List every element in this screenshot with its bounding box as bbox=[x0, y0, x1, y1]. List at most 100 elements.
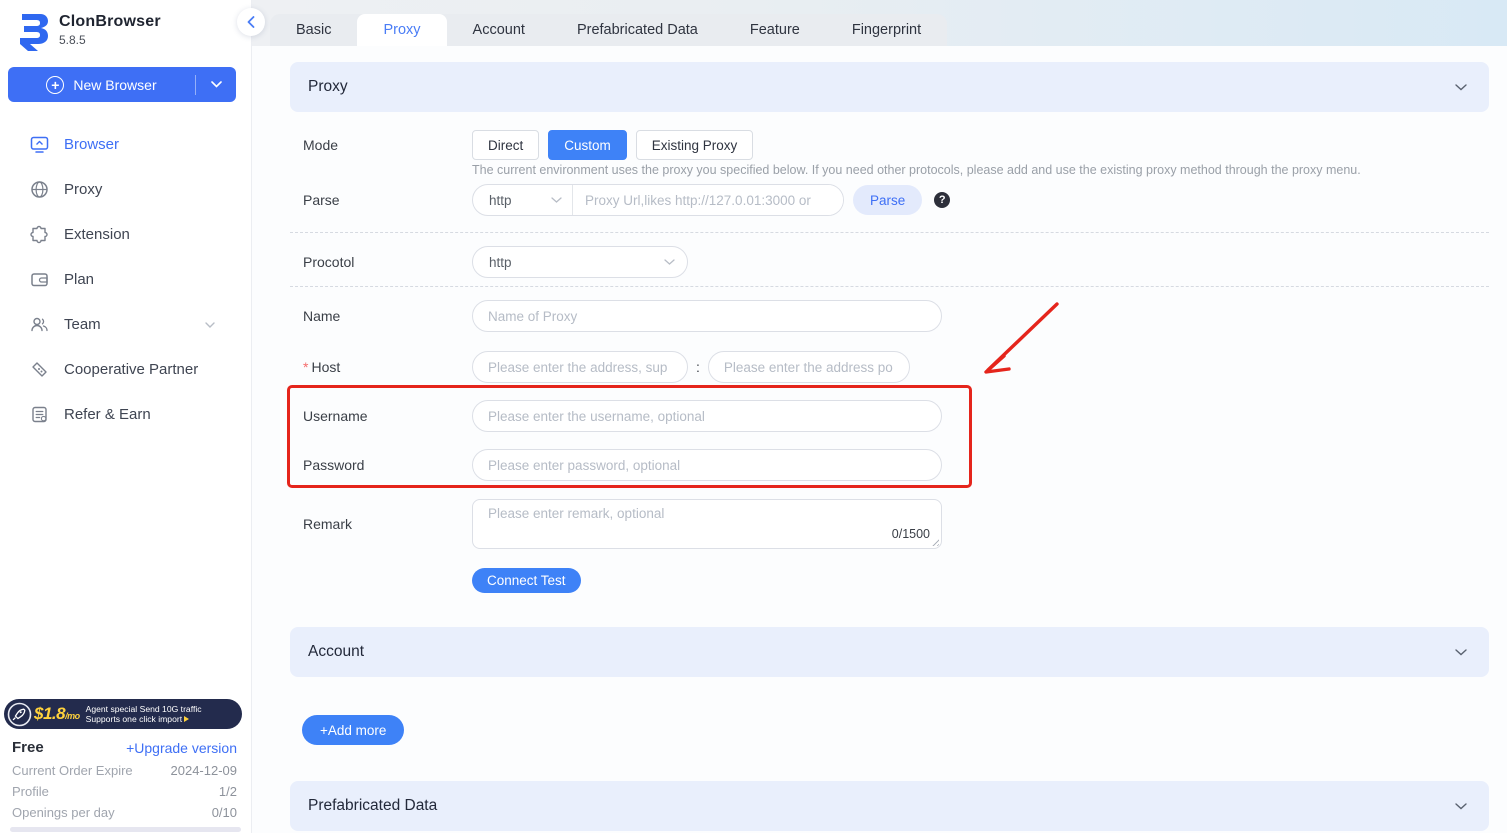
clonbrowser-logo-icon bbox=[14, 10, 52, 52]
upgrade-version-link[interactable]: +Upgrade version bbox=[126, 740, 237, 756]
chevron-down-icon bbox=[664, 259, 675, 265]
mode-direct-button[interactable]: Direct bbox=[472, 130, 539, 160]
sidebar-item-plan[interactable]: Plan bbox=[0, 257, 251, 302]
prefabricated-data-section-header[interactable]: Prefabricated Data bbox=[290, 781, 1489, 831]
tab-feature[interactable]: Feature bbox=[724, 14, 826, 46]
sidebar-item-extension[interactable]: Extension bbox=[0, 212, 251, 257]
dashed-divider bbox=[290, 286, 1489, 287]
host-label: *Host bbox=[290, 359, 472, 375]
required-asterisk: * bbox=[303, 359, 308, 375]
sidebar-item-label: Extension bbox=[64, 226, 130, 243]
proxy-name-input[interactable] bbox=[472, 300, 942, 332]
tab-prefabricated-data[interactable]: Prefabricated Data bbox=[551, 14, 724, 46]
rocket-icon bbox=[7, 702, 32, 727]
team-icon bbox=[30, 315, 49, 334]
remark-label: Remark bbox=[290, 516, 472, 532]
username-row: Username bbox=[290, 400, 1489, 432]
sidebar-item-label: Team bbox=[64, 316, 101, 333]
app-version: 5.8.5 bbox=[59, 33, 161, 47]
remark-field: 0/1500 bbox=[472, 499, 942, 549]
proxy-section-header[interactable]: Proxy bbox=[290, 62, 1489, 112]
username-label: Username bbox=[290, 408, 472, 424]
host-row: *Host : bbox=[290, 351, 1489, 383]
parse-row: Parse http Parse ? bbox=[290, 184, 1489, 216]
new-browser-main[interactable]: + New Browser bbox=[8, 76, 195, 94]
prefabricated-data-section-title: Prefabricated Data bbox=[308, 797, 437, 815]
mode-custom-button[interactable]: Custom bbox=[548, 130, 627, 160]
sidebar-collapse-button[interactable] bbox=[237, 8, 265, 36]
character-counter: 0/1500 bbox=[892, 527, 930, 541]
password-row: Password bbox=[290, 449, 1489, 481]
proxy-section-title: Proxy bbox=[308, 78, 348, 96]
plan-row-openings: Openings per day 0/10 bbox=[12, 802, 237, 823]
new-browser-label: New Browser bbox=[73, 77, 156, 93]
browser-icon bbox=[30, 135, 49, 154]
remark-textarea[interactable] bbox=[472, 499, 942, 549]
chevron-down-icon bbox=[551, 197, 562, 203]
mode-label: Mode bbox=[290, 137, 472, 153]
host-port-separator: : bbox=[696, 359, 700, 375]
plan-row-expire: Current Order Expire 2024-12-09 bbox=[12, 760, 237, 781]
play-icon bbox=[184, 716, 189, 722]
globe-icon bbox=[30, 180, 49, 199]
new-browser-dropdown[interactable] bbox=[196, 81, 236, 88]
chevron-down-icon bbox=[1455, 84, 1467, 91]
parse-url-input[interactable] bbox=[573, 185, 843, 215]
wallet-icon bbox=[30, 270, 49, 289]
help-icon[interactable]: ? bbox=[934, 192, 950, 208]
sidebar-item-label: Plan bbox=[64, 271, 94, 288]
password-input[interactable] bbox=[472, 449, 942, 481]
promo-text: Agent special Send 10G traffic Supports … bbox=[86, 704, 202, 725]
tab-proxy[interactable]: Proxy bbox=[357, 14, 446, 46]
name-row: Name bbox=[290, 300, 1489, 332]
parse-button[interactable]: Parse bbox=[853, 185, 922, 215]
tab-basic[interactable]: Basic bbox=[270, 14, 357, 46]
content-area: Proxy Mode Direct Custom Existing Proxy … bbox=[252, 46, 1507, 831]
mode-row: Mode Direct Custom Existing Proxy bbox=[290, 130, 1489, 160]
tab-fingerprint[interactable]: Fingerprint bbox=[826, 14, 947, 46]
chevron-down-icon bbox=[1455, 649, 1467, 656]
username-input[interactable] bbox=[472, 400, 942, 432]
sidebar-item-label: Proxy bbox=[64, 181, 102, 198]
plan-tier: Free bbox=[12, 739, 44, 756]
promo-banner[interactable]: $1.8/mo Agent special Send 10G traffic S… bbox=[4, 699, 242, 729]
chevron-down-icon bbox=[1455, 803, 1467, 810]
tab-account[interactable]: Account bbox=[447, 14, 551, 46]
host-address-input[interactable] bbox=[472, 351, 688, 383]
sidebar-item-label: Browser bbox=[64, 136, 119, 153]
plan-progress-bar bbox=[10, 827, 241, 832]
parse-label: Parse bbox=[290, 192, 472, 208]
logo-text: ClonBrowser 5.8.5 bbox=[59, 10, 161, 47]
parse-url-group: http bbox=[472, 184, 844, 216]
document-icon bbox=[30, 405, 49, 424]
app-title: ClonBrowser bbox=[59, 13, 161, 31]
sidebar-item-proxy[interactable]: Proxy bbox=[0, 167, 251, 212]
sidebar-bottom: $1.8/mo Agent special Send 10G traffic S… bbox=[0, 699, 251, 833]
sidebar-item-label: Refer & Earn bbox=[64, 406, 151, 423]
top-bar: Basic Proxy Account Prefabricated Data F… bbox=[252, 0, 1507, 46]
account-section-header[interactable]: Account bbox=[290, 627, 1489, 677]
sidebar-item-refer-earn[interactable]: Refer & Earn bbox=[0, 392, 251, 437]
sidebar: ClonBrowser 5.8.5 + New Browser Browser bbox=[0, 0, 252, 833]
sidebar-item-team[interactable]: Team bbox=[0, 302, 251, 347]
protocol-select[interactable]: http bbox=[472, 246, 688, 278]
sidebar-item-browser[interactable]: Browser bbox=[0, 122, 251, 167]
parse-protocol-select[interactable]: http bbox=[473, 185, 573, 215]
host-port-input[interactable] bbox=[708, 351, 910, 383]
chevron-left-icon bbox=[247, 16, 255, 28]
mode-existing-proxy-button[interactable]: Existing Proxy bbox=[636, 130, 754, 160]
sidebar-item-label: Cooperative Partner bbox=[64, 361, 198, 378]
promo-price: $1.8/mo bbox=[34, 704, 80, 724]
mode-hint-text: The current environment uses the proxy y… bbox=[472, 163, 1489, 178]
add-more-button[interactable]: +Add more bbox=[302, 715, 404, 745]
connect-test-button[interactable]: Connect Test bbox=[472, 568, 581, 593]
sidebar-item-cooperative-partner[interactable]: Cooperative Partner bbox=[0, 347, 251, 392]
puzzle-icon bbox=[30, 225, 49, 244]
plan-header: Free +Upgrade version bbox=[12, 739, 237, 756]
account-section-title: Account bbox=[308, 643, 364, 661]
sidebar-nav: Browser Proxy Extension Plan bbox=[0, 122, 251, 437]
new-browser-button[interactable]: + New Browser bbox=[8, 67, 236, 102]
name-label: Name bbox=[290, 308, 472, 324]
connect-test-row: Connect Test bbox=[290, 568, 1489, 593]
protocol-label: Procotol bbox=[290, 254, 472, 270]
